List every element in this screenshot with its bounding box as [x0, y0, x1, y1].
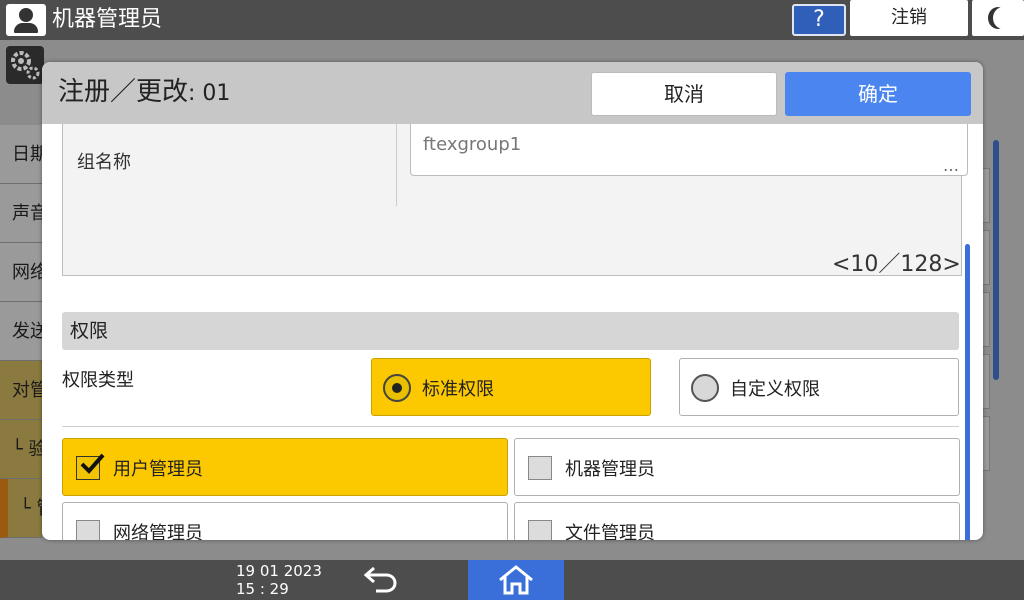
- dialog-scrollbar[interactable]: [965, 244, 970, 540]
- radio-label: 标准权限: [422, 379, 494, 400]
- permission-type-label: 权限类型: [62, 370, 134, 391]
- cancel-button[interactable]: 取消: [591, 72, 777, 116]
- help-button[interactable]: ?: [792, 4, 846, 36]
- bottom-bar: 19 01 2023 15 : 29: [0, 560, 1024, 600]
- bg-row-edge: [982, 168, 990, 223]
- group-name-field[interactable]: ftexgroup1 …: [410, 124, 968, 176]
- user-admin-checkbox[interactable]: 用户管理员: [62, 438, 508, 496]
- char-counter: <10／128>: [832, 252, 961, 277]
- bg-row-edge: [982, 230, 990, 285]
- moon-icon: [993, 7, 1013, 29]
- bg-sidebar-item: └ 验: [0, 420, 42, 479]
- checkbox-label: 机器管理员: [565, 459, 655, 480]
- divider: [62, 426, 959, 427]
- group-name-row: ftexgroup1 …: [62, 124, 968, 276]
- checkbox-checked-icon: [76, 453, 105, 480]
- radio-selected-icon: [383, 374, 411, 402]
- energy-saver-button[interactable]: [972, 0, 1024, 36]
- dialog-title-text: 注册／更改: [58, 77, 189, 107]
- standard-permission-radio[interactable]: 标准权限: [371, 358, 651, 416]
- logout-button[interactable]: 注销: [850, 0, 968, 36]
- time-text: 15 : 29: [236, 580, 289, 598]
- divider: [396, 124, 397, 206]
- group-name-label: 组名称: [77, 152, 131, 173]
- bg-sidebar-item: └ 管 A: [0, 479, 42, 538]
- home-icon: [499, 565, 533, 595]
- group-name-value: ftexgroup1: [423, 134, 522, 155]
- login-user-title: 机器管理员: [52, 7, 163, 32]
- ok-button[interactable]: 确定: [785, 72, 971, 116]
- checkbox-unchecked-icon: [528, 456, 552, 480]
- bg-sidebar-item: 声音: [0, 184, 42, 243]
- bg-row-edge: [982, 354, 990, 409]
- custom-permission-radio[interactable]: 自定义权限: [679, 358, 959, 416]
- bg-row-edge: [982, 416, 990, 471]
- permission-section-header: 权限: [62, 312, 959, 350]
- checkbox-label: 用户管理员: [113, 459, 203, 480]
- settings-gear-icon: [6, 46, 44, 84]
- back-icon[interactable]: [362, 564, 400, 596]
- date-text: 19 01 2023: [236, 562, 322, 580]
- bg-row-edge: [982, 292, 990, 347]
- bg-sidebar-item: 对管: [0, 361, 42, 420]
- file-admin-checkbox[interactable]: 文件管理员: [514, 502, 960, 540]
- bg-sidebar-item: 日期: [0, 125, 42, 184]
- bg-sidebar-item: 网络: [0, 243, 42, 302]
- checkbox-unchecked-icon: [528, 520, 552, 540]
- radio-unselected-icon: [691, 374, 719, 402]
- checkbox-label: 文件管理员: [565, 523, 655, 540]
- checkbox-label: 网络管理员: [113, 523, 203, 540]
- top-bar: 机器管理员 ? 注销: [0, 0, 1024, 40]
- register-change-dialog: 注册／更改: 01 取消 确定 ftexgroup1 … 组名称 <10／128…: [42, 62, 983, 540]
- dialog-header: 注册／更改: 01 取消 确定: [42, 62, 983, 124]
- dialog-title-number: : 01: [188, 81, 231, 106]
- more-icon: …: [943, 156, 959, 175]
- radio-label: 自定义权限: [730, 379, 820, 400]
- network-admin-checkbox[interactable]: 网络管理员: [62, 502, 508, 540]
- dialog-title: 注册／更改: 01: [58, 74, 230, 112]
- user-icon: [6, 4, 46, 36]
- home-button[interactable]: [468, 560, 564, 600]
- bg-sidebar-item: 发送: [0, 302, 42, 361]
- machine-admin-checkbox[interactable]: 机器管理员: [514, 438, 960, 496]
- dialog-content: ftexgroup1 … 组名称 <10／128> 权限 权限类型 标准权限 自…: [42, 124, 983, 540]
- datetime: 19 01 2023 15 : 29: [236, 562, 322, 598]
- checkbox-unchecked-icon: [76, 520, 100, 540]
- background-sidebar: 日期 声音 网络 发送 对管 └ 验 └ 管 A: [0, 125, 42, 538]
- bg-scrollbar: [993, 140, 999, 380]
